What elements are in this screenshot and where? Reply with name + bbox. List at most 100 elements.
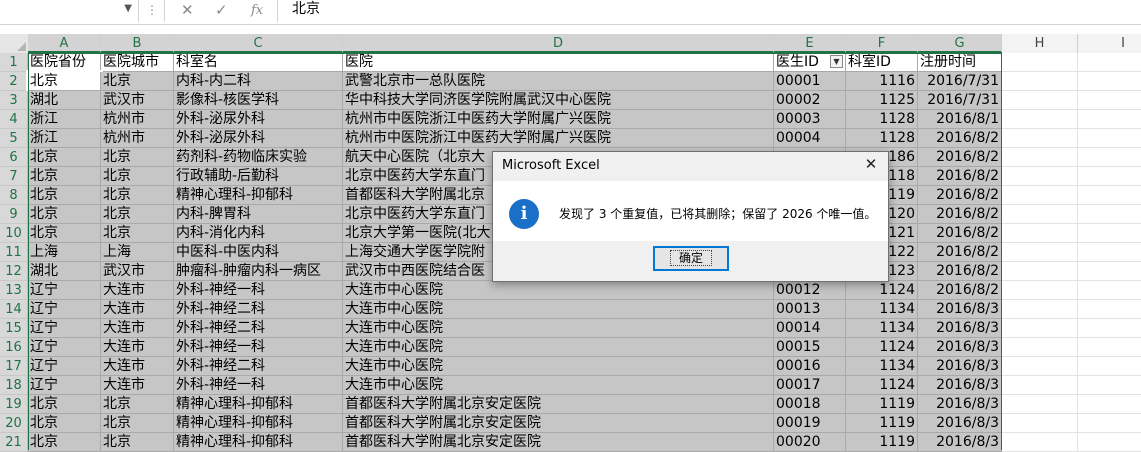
table-cell[interactable]: 1116: [846, 72, 918, 91]
table-cell[interactable]: 辽宁: [28, 300, 101, 319]
table-cell[interactable]: 2016/8/1: [918, 110, 1002, 129]
table-cell[interactable]: 大连市中心医院: [343, 338, 774, 357]
header-cell[interactable]: 注册时间: [918, 53, 1002, 72]
column-header-c[interactable]: C: [174, 34, 343, 53]
row-header[interactable]: 13: [0, 281, 28, 300]
table-cell[interactable]: 杭州市中医院浙江中医药大学附属广兴医院: [343, 110, 774, 129]
table-cell[interactable]: 北京: [28, 224, 101, 243]
table-cell[interactable]: 2016/8/3: [918, 319, 1002, 338]
table-cell[interactable]: 00001: [774, 72, 846, 91]
table-cell[interactable]: 1124: [846, 338, 918, 357]
row-header[interactable]: 18: [0, 376, 28, 395]
close-icon[interactable]: ✕: [181, 1, 194, 19]
row-header[interactable]: 15: [0, 319, 28, 338]
table-cell[interactable]: [1078, 205, 1141, 224]
row-header[interactable]: 4: [0, 110, 28, 129]
table-cell[interactable]: [1002, 148, 1078, 167]
table-cell[interactable]: 00002: [774, 91, 846, 110]
row-header[interactable]: 2: [0, 72, 28, 91]
column-header-f[interactable]: F: [846, 34, 918, 53]
table-cell[interactable]: 上海: [101, 243, 174, 262]
table-cell[interactable]: 行政辅助-后勤科: [174, 167, 343, 186]
row-header[interactable]: 17: [0, 357, 28, 376]
table-cell[interactable]: [1002, 433, 1078, 452]
table-cell[interactable]: 首都医科大学附属北京安定医院: [343, 395, 774, 414]
table-cell[interactable]: [1078, 338, 1141, 357]
table-cell[interactable]: [1078, 357, 1141, 376]
table-cell[interactable]: 武警北京市一总队医院: [343, 72, 774, 91]
column-header-a[interactable]: A: [28, 34, 101, 53]
table-cell[interactable]: 00003: [774, 110, 846, 129]
header-cell[interactable]: 科室名: [174, 53, 343, 72]
table-cell[interactable]: 上海: [28, 243, 101, 262]
table-cell[interactable]: 外科-神经一科: [174, 376, 343, 395]
table-cell[interactable]: 2016/7/31: [918, 91, 1002, 110]
table-cell[interactable]: 北京: [101, 72, 174, 91]
table-cell[interactable]: 2016/8/2: [918, 148, 1002, 167]
table-cell[interactable]: [1078, 281, 1141, 300]
table-cell[interactable]: 辽宁: [28, 376, 101, 395]
row-header[interactable]: 1: [0, 53, 28, 72]
table-cell[interactable]: 2016/8/3: [918, 300, 1002, 319]
table-cell[interactable]: 北京: [28, 395, 101, 414]
table-cell[interactable]: [1002, 129, 1078, 148]
row-header[interactable]: 12: [0, 262, 28, 281]
table-cell[interactable]: 杭州市: [101, 110, 174, 129]
table-cell[interactable]: 1119: [846, 414, 918, 433]
row-header[interactable]: 14: [0, 300, 28, 319]
table-cell[interactable]: 00013: [774, 300, 846, 319]
table-cell[interactable]: 大连市: [101, 300, 174, 319]
table-cell[interactable]: 2016/8/2: [918, 167, 1002, 186]
table-cell[interactable]: 1124: [846, 376, 918, 395]
table-cell[interactable]: 1125: [846, 91, 918, 110]
table-cell[interactable]: 大连市中心医院: [343, 300, 774, 319]
table-cell[interactable]: [1002, 167, 1078, 186]
table-cell[interactable]: 2016/8/3: [918, 338, 1002, 357]
table-cell[interactable]: 2016/8/3: [918, 357, 1002, 376]
table-cell[interactable]: [1078, 110, 1141, 129]
table-cell[interactable]: 1134: [846, 357, 918, 376]
table-cell[interactable]: 北京: [28, 433, 101, 452]
table-cell[interactable]: 2016/8/2: [918, 186, 1002, 205]
header-cell[interactable]: [1078, 53, 1141, 72]
table-cell[interactable]: 北京: [28, 186, 101, 205]
table-cell[interactable]: 药剂科-药物临床实验: [174, 148, 343, 167]
row-header[interactable]: 8: [0, 186, 28, 205]
table-cell[interactable]: 武汉市: [101, 91, 174, 110]
table-cell[interactable]: 大连市: [101, 319, 174, 338]
row-header[interactable]: 6: [0, 148, 28, 167]
table-cell[interactable]: 辽宁: [28, 357, 101, 376]
table-cell[interactable]: 2016/8/3: [918, 433, 1002, 452]
table-cell[interactable]: 北京: [101, 433, 174, 452]
table-cell[interactable]: [1002, 357, 1078, 376]
table-cell[interactable]: 外科-神经一科: [174, 281, 343, 300]
table-cell[interactable]: [1002, 186, 1078, 205]
table-cell[interactable]: 湖北: [28, 262, 101, 281]
table-cell[interactable]: 1119: [846, 433, 918, 452]
table-cell[interactable]: 00012: [774, 281, 846, 300]
table-cell[interactable]: [1078, 186, 1141, 205]
table-cell[interactable]: [1078, 224, 1141, 243]
table-cell[interactable]: 内科-脾胃科: [174, 205, 343, 224]
table-cell[interactable]: 00014: [774, 319, 846, 338]
table-cell[interactable]: 00017: [774, 376, 846, 395]
table-cell[interactable]: [1002, 262, 1078, 281]
table-cell[interactable]: [1078, 414, 1141, 433]
table-cell[interactable]: 北京: [28, 205, 101, 224]
table-cell[interactable]: 2016/7/31: [918, 72, 1002, 91]
table-cell[interactable]: 北京: [101, 148, 174, 167]
table-cell[interactable]: 1134: [846, 300, 918, 319]
table-cell[interactable]: 00016: [774, 357, 846, 376]
table-cell[interactable]: 大连市中心医院: [343, 319, 774, 338]
table-cell[interactable]: 外科-神经二科: [174, 300, 343, 319]
row-header[interactable]: 3: [0, 91, 28, 110]
table-cell[interactable]: 大连市: [101, 281, 174, 300]
table-cell[interactable]: 肿瘤科-肿瘤内科一病区: [174, 262, 343, 281]
table-cell[interactable]: 辽宁: [28, 281, 101, 300]
table-cell[interactable]: 1134: [846, 319, 918, 338]
close-icon[interactable]: ✕: [860, 153, 882, 175]
table-cell[interactable]: 精神心理科-抑郁科: [174, 433, 343, 452]
row-header[interactable]: 20: [0, 414, 28, 433]
check-icon[interactable]: ✓: [215, 1, 228, 19]
table-cell[interactable]: 中医科-中医内科: [174, 243, 343, 262]
